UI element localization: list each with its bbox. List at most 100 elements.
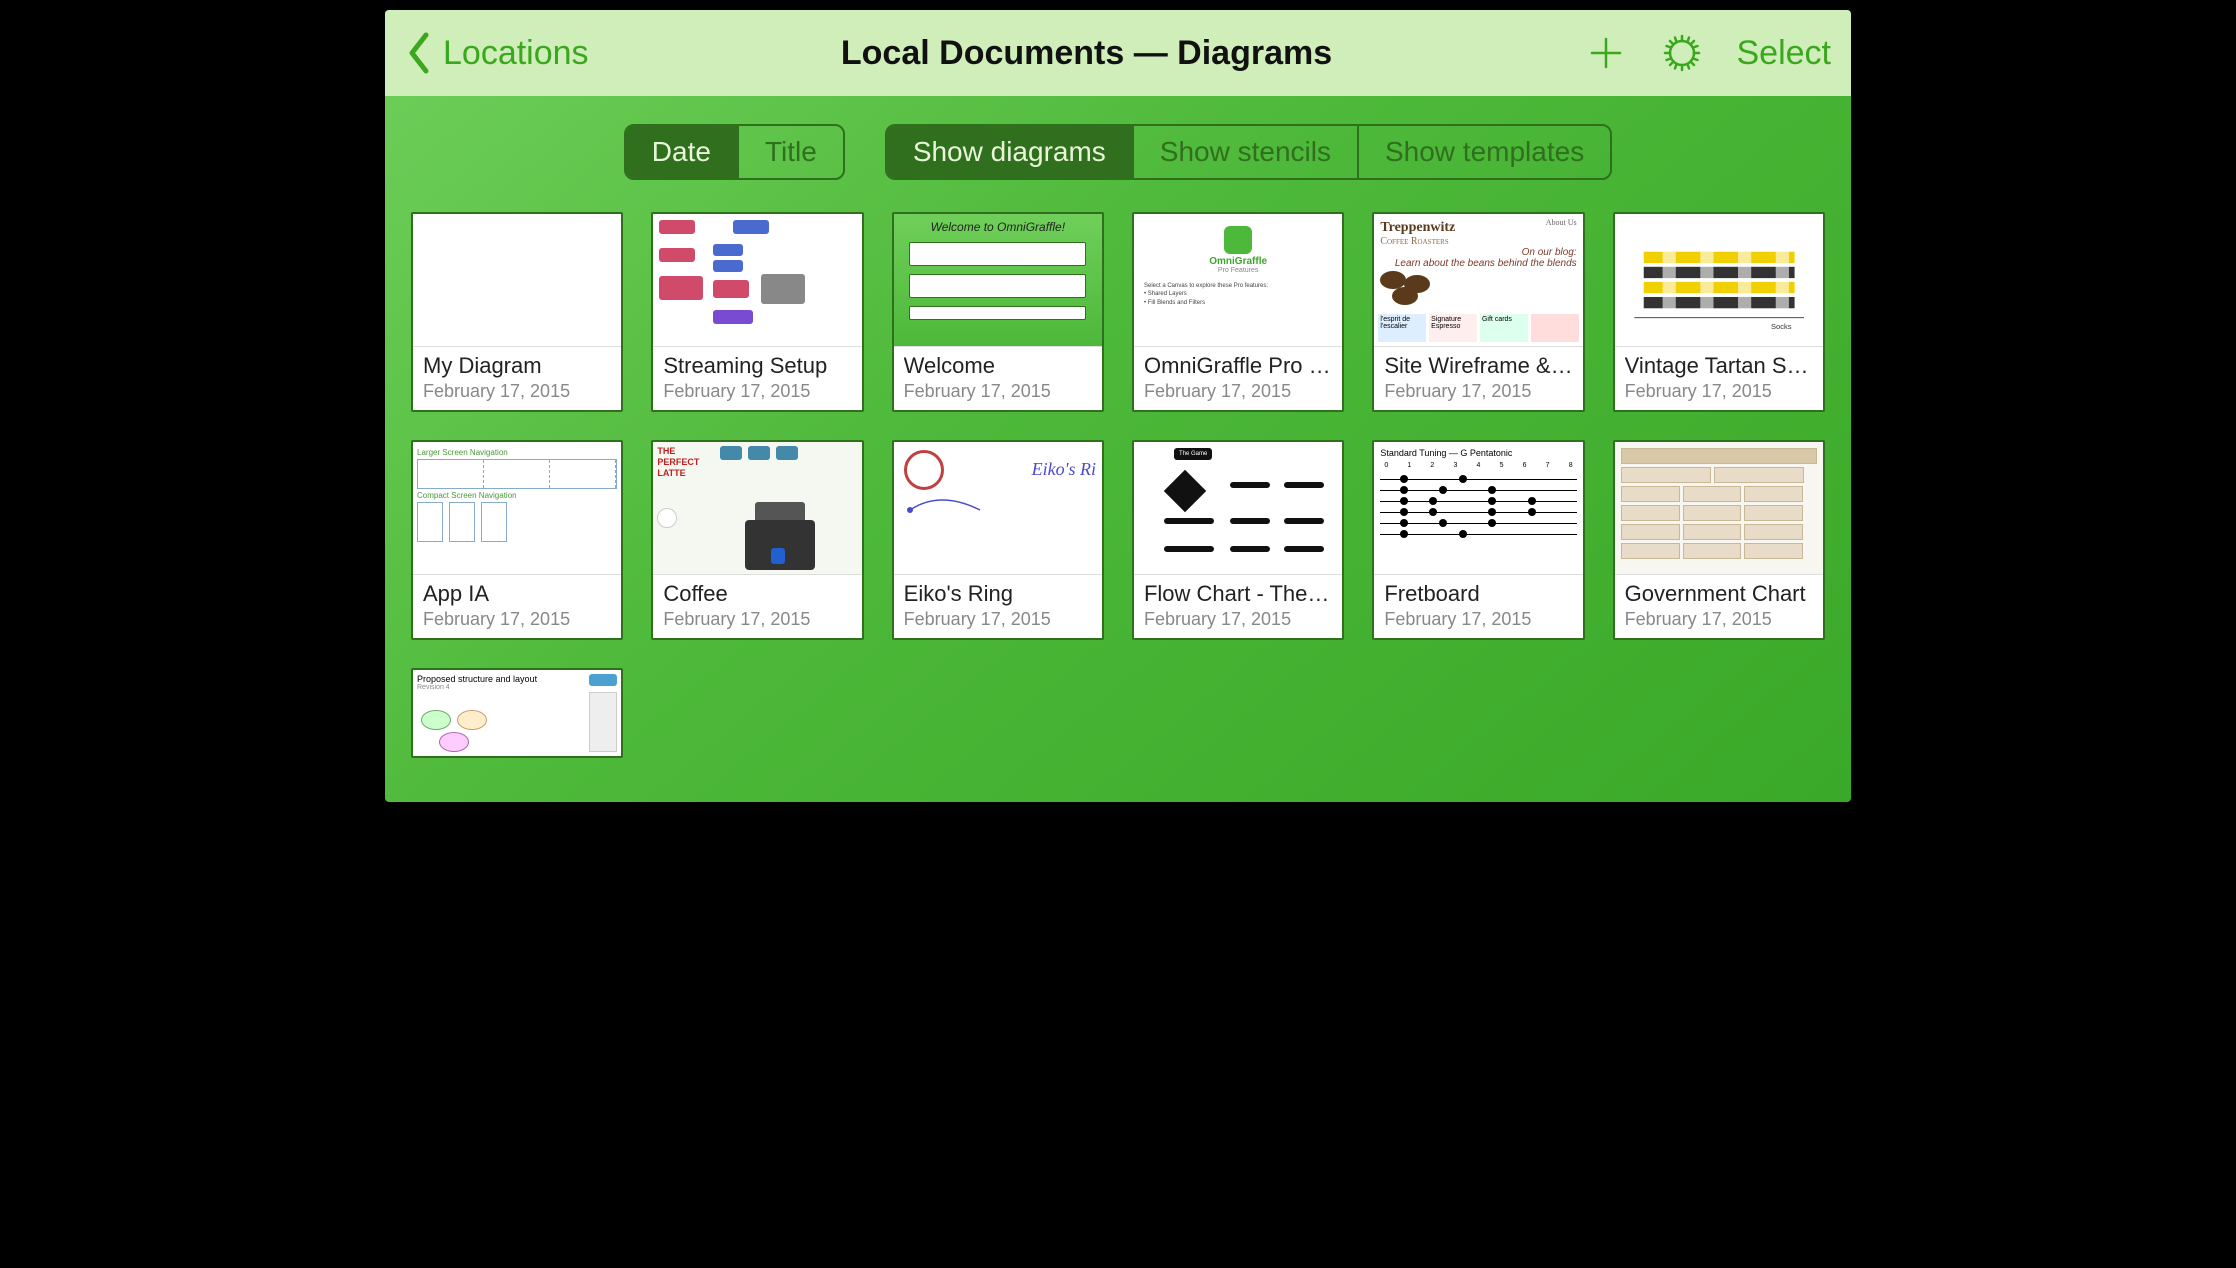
page-title: Local Documents — Diagrams: [841, 34, 1332, 73]
document-title: Vintage Tartan So…: [1625, 353, 1813, 379]
gear-icon: [1662, 33, 1702, 73]
document-thumbnail: [1615, 442, 1823, 574]
document-title: Streaming Setup: [663, 353, 851, 379]
document-meta: Welcome February 17, 2015: [894, 346, 1102, 410]
thumb-text: THE PERFECT LATTE: [657, 446, 711, 478]
document-thumbnail: Treppenwitz About Us Coffee Roasters On …: [1374, 214, 1582, 346]
document-meta: Fretboard February 17, 2015: [1374, 574, 1582, 638]
document-date: February 17, 2015: [1625, 609, 1813, 630]
document-title: Coffee: [663, 581, 851, 607]
document-title: OmniGraffle Pro F…: [1144, 353, 1332, 379]
document-date: February 17, 2015: [1144, 609, 1332, 630]
document-thumbnail: Welcome to OmniGraffle!: [894, 214, 1102, 346]
nav-right: Select: [1584, 31, 1831, 75]
document-item[interactable]: My Diagram February 17, 2015: [411, 212, 623, 412]
document-item[interactable]: Government Chart February 17, 2015: [1613, 440, 1825, 640]
document-date: February 17, 2015: [423, 381, 611, 402]
plus-icon: [1586, 33, 1626, 73]
thumb-text: Welcome to OmniGraffle!: [931, 220, 1065, 234]
document-thumbnail: Larger Screen Navigation Compact Screen …: [413, 442, 621, 574]
document-meta: OmniGraffle Pro F… February 17, 2015: [1134, 346, 1342, 410]
document-date: February 17, 2015: [1144, 381, 1332, 402]
sort-option-date[interactable]: Date: [626, 126, 737, 178]
document-thumbnail: OmniGraffle Pro Features Select a Canvas…: [1134, 214, 1342, 346]
document-meta: Site Wireframe &… February 17, 2015: [1374, 346, 1582, 410]
document-title: Eiko's Ring: [904, 581, 1092, 607]
document-title: App IA: [423, 581, 611, 607]
document-item[interactable]: Treppenwitz About Us Coffee Roasters On …: [1372, 212, 1584, 412]
document-item[interactable]: Welcome to OmniGraffle! Welcome February…: [892, 212, 1104, 412]
thumb-text: Revision 4: [417, 684, 617, 691]
back-button[interactable]: Locations: [395, 29, 589, 77]
thumb-text: Pro Features: [1218, 267, 1258, 274]
document-item[interactable]: Larger Screen Navigation Compact Screen …: [411, 440, 623, 640]
thumb-text: Larger Screen Navigation: [417, 448, 617, 457]
navbar: Locations Local Documents — Diagrams: [385, 10, 1851, 96]
document-meta: Coffee February 17, 2015: [653, 574, 861, 638]
document-date: February 17, 2015: [423, 609, 611, 630]
document-title: Proposed structure and layout: [417, 674, 617, 684]
document-item[interactable]: Streaming Setup February 17, 2015: [651, 212, 863, 412]
svg-text:Socks: Socks: [1771, 322, 1792, 331]
add-button[interactable]: [1584, 31, 1628, 75]
document-meta: Streaming Setup February 17, 2015: [653, 346, 861, 410]
document-meta: My Diagram February 17, 2015: [413, 346, 621, 410]
sort-option-title[interactable]: Title: [737, 126, 843, 178]
document-item[interactable]: The Game Flow Char: [1132, 440, 1344, 640]
thumb-text: On our blog:: [1380, 247, 1576, 258]
thumb-text: Treppenwitz: [1380, 220, 1455, 235]
document-date: February 17, 2015: [663, 381, 851, 402]
document-date: February 17, 2015: [1384, 609, 1572, 630]
document-title: Site Wireframe &…: [1384, 353, 1572, 379]
filter-segment: Show diagrams Show stencils Show templat…: [885, 124, 1612, 180]
thumb-text: Eiko's Ri: [944, 459, 1096, 480]
thumb-text: OmniGraffle: [1209, 256, 1267, 267]
filter-option-stencils[interactable]: Show stencils: [1132, 126, 1357, 178]
document-thumbnail: [413, 214, 621, 346]
select-button[interactable]: Select: [1736, 34, 1831, 73]
document-grid: My Diagram February 17, 2015: [411, 212, 1825, 758]
document-meta: Government Chart February 17, 2015: [1615, 574, 1823, 638]
filter-option-diagrams[interactable]: Show diagrams: [887, 126, 1132, 178]
sort-segment: Date Title: [624, 124, 845, 180]
document-thumbnail: Socks: [1615, 214, 1823, 346]
back-label: Locations: [443, 34, 589, 73]
document-item[interactable]: Eiko's Ri Eiko's Ring February 17, 2015: [892, 440, 1104, 640]
document-title: Government Chart: [1625, 581, 1813, 607]
document-thumbnail: The Game: [1134, 442, 1342, 574]
filter-option-templates[interactable]: Show templates: [1357, 126, 1610, 178]
document-date: February 17, 2015: [1625, 381, 1813, 402]
document-date: February 17, 2015: [904, 609, 1092, 630]
document-meta: Eiko's Ring February 17, 2015: [894, 574, 1102, 638]
document-title: Fretboard: [1384, 581, 1572, 607]
thumb-text: Coffee Roasters: [1380, 236, 1576, 247]
document-title: My Diagram: [423, 353, 611, 379]
document-thumbnail: Standard Tuning — G Pentatonic 012345678: [1374, 442, 1582, 574]
document-thumbnail: [653, 214, 861, 346]
app-logo-icon: [1224, 226, 1252, 254]
document-thumbnail: THE PERFECT LATTE: [653, 442, 861, 574]
filter-row: Date Title Show diagrams Show stencils S…: [385, 96, 1851, 200]
thumb-text: Standard Tuning — G Pentatonic: [1380, 448, 1576, 458]
document-item[interactable]: Standard Tuning — G Pentatonic 012345678: [1372, 440, 1584, 640]
document-date: February 17, 2015: [1384, 381, 1572, 402]
document-item[interactable]: OmniGraffle Pro Features Select a Canvas…: [1132, 212, 1344, 412]
thumb-text: About Us: [1546, 218, 1577, 227]
thumb-text: Learn about the beans behind the blends: [1380, 258, 1576, 269]
thumb-text: Compact Screen Navigation: [417, 491, 617, 500]
document-meta: Flow Chart - The… February 17, 2015: [1134, 574, 1342, 638]
document-thumbnail: Eiko's Ri: [894, 442, 1102, 574]
document-item[interactable]: Proposed structure and layout Revision 4: [411, 668, 623, 758]
document-meta: Vintage Tartan So… February 17, 2015: [1615, 346, 1823, 410]
document-grid-scroll[interactable]: My Diagram February 17, 2015: [385, 200, 1851, 802]
document-title: Welcome: [904, 353, 1092, 379]
chevron-left-icon: [395, 29, 443, 77]
document-meta: App IA February 17, 2015: [413, 574, 621, 638]
settings-button[interactable]: [1660, 31, 1704, 75]
document-item[interactable]: Socks Vintage Tartan So… February 17, 20…: [1613, 212, 1825, 412]
document-date: February 17, 2015: [904, 381, 1092, 402]
document-item[interactable]: THE PERFECT LATTE: [651, 440, 863, 640]
thumb-text: Select a Canvas to explore these Pro fea…: [1144, 282, 1268, 290]
document-date: February 17, 2015: [663, 609, 851, 630]
document-title: Flow Chart - The…: [1144, 581, 1332, 607]
